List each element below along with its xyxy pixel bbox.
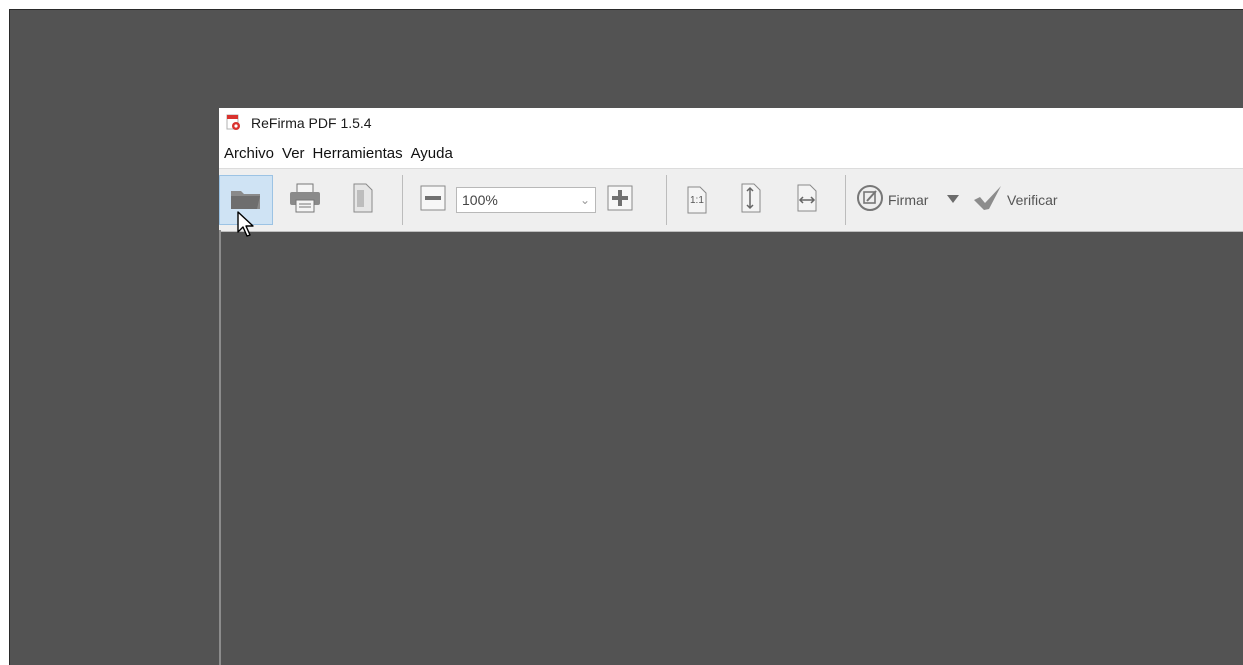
sign-button[interactable]: Firmar	[855, 175, 939, 225]
sign-dropdown-button[interactable]	[941, 175, 965, 225]
menu-herramientas[interactable]: Herramientas	[310, 145, 406, 162]
verify-label: Verificar	[1007, 192, 1058, 208]
actual-size-label: 1:1	[690, 195, 704, 206]
title-bar: ReFirma PDF 1.5.4	[219, 108, 1243, 138]
actual-size-icon: 1:1	[686, 185, 708, 215]
printer-icon	[287, 182, 323, 219]
menu-ayuda[interactable]: Ayuda	[408, 145, 456, 162]
print-button[interactable]	[283, 175, 327, 225]
plus-icon	[607, 185, 633, 216]
fit-height-button[interactable]	[733, 175, 769, 225]
minus-icon	[420, 185, 446, 216]
zoom-in-button[interactable]	[602, 175, 638, 225]
document-area	[221, 230, 1243, 665]
mouse-cursor-icon	[236, 210, 256, 238]
menu-bar: Archivo Ver Herramientas Ayuda	[219, 138, 1243, 168]
caret-down-icon	[946, 191, 960, 209]
sign-label: Firmar	[888, 192, 929, 208]
fit-width-button[interactable]	[789, 175, 825, 225]
checkmark-icon	[971, 183, 1005, 218]
toolbar-separator	[666, 175, 667, 225]
toolbar-separator	[402, 175, 403, 225]
actual-size-button[interactable]: 1:1	[679, 175, 715, 225]
zoom-value: 100%	[462, 192, 498, 208]
sign-pen-icon	[855, 183, 885, 218]
refirma-pdf-icon	[225, 114, 243, 132]
toolbar: 100% ⌄ 1:1 Firmar Verificar	[219, 168, 1243, 232]
app-window: ReFirma PDF 1.5.4 Archivo Ver Herramient…	[219, 108, 1243, 665]
page-thumbnail-icon	[351, 182, 375, 219]
zoom-out-button[interactable]	[415, 175, 451, 225]
zoom-select[interactable]: 100% ⌄	[456, 187, 596, 213]
menu-ver[interactable]: Ver	[279, 145, 308, 162]
fit-height-icon	[740, 182, 762, 219]
window-title: ReFirma PDF 1.5.4	[251, 115, 372, 131]
verify-button[interactable]: Verificar	[971, 175, 1081, 225]
screen-background: ReFirma PDF 1.5.4 Archivo Ver Herramient…	[9, 9, 1243, 665]
page-view-button[interactable]	[343, 175, 383, 225]
chevron-down-icon: ⌄	[579, 193, 591, 207]
toolbar-separator	[845, 175, 846, 225]
menu-archivo[interactable]: Archivo	[221, 145, 277, 162]
fit-width-icon	[796, 183, 818, 218]
